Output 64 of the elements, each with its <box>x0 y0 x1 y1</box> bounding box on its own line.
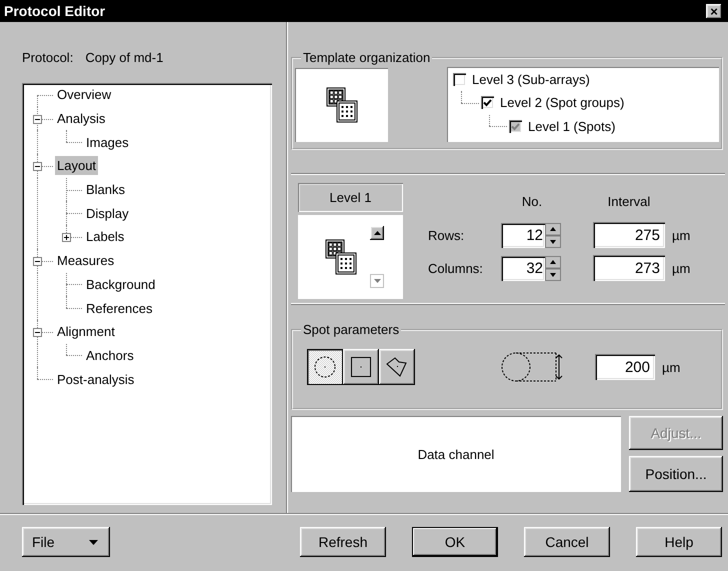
data-channel-label: Data channel <box>418 446 494 462</box>
interval-field[interactable]: 273 <box>593 255 665 281</box>
tree-item[interactable]: Layout <box>55 156 98 176</box>
diameter-icon <box>501 351 565 383</box>
tree-item[interactable]: Anchors <box>84 346 136 365</box>
collapse-icon[interactable] <box>33 162 42 171</box>
dialog-button[interactable]: Help <box>636 527 722 557</box>
side-button[interactable]: Position... <box>629 456 723 492</box>
tree-item[interactable]: Display <box>84 204 131 223</box>
up-arrow-icon <box>374 231 380 235</box>
dialog-button[interactable]: Cancel <box>524 527 610 557</box>
tree-item[interactable]: Overview <box>55 85 114 104</box>
square-shape-icon <box>350 356 372 378</box>
diameter-field[interactable]: 200 <box>595 354 655 380</box>
shape-button[interactable] <box>379 349 415 385</box>
close-button[interactable]: × <box>706 4 722 18</box>
tree-item[interactable]: Blanks <box>84 180 128 200</box>
down-arrow-icon <box>374 279 380 283</box>
level-label: Level 2 (Spot groups) <box>500 95 624 110</box>
group-title: Template organization <box>302 50 432 65</box>
collapse-icon[interactable] <box>33 328 42 337</box>
collapse-icon[interactable] <box>33 256 42 266</box>
level-title: Level 1 <box>298 183 403 212</box>
row-label: Rows: <box>428 228 466 242</box>
spin-arrows-icon[interactable] <box>545 256 561 280</box>
level-label: Level 3 (Sub-arrays) <box>472 72 590 88</box>
dialog-button[interactable]: OK <box>412 527 498 557</box>
unit-label: µm <box>672 260 690 276</box>
column-header: Interval <box>608 194 650 209</box>
tree-item[interactable]: References <box>84 298 154 318</box>
caret-icon <box>89 540 98 544</box>
count-field[interactable]: 32 <box>501 256 545 280</box>
spin-arrows-icon[interactable] <box>545 222 561 248</box>
tree-item[interactable]: Measures <box>55 251 116 270</box>
group-title: Spot parameters <box>302 322 400 337</box>
file-menu-button[interactable]: File <box>22 527 110 557</box>
window-title: Protocol Editor <box>4 3 106 19</box>
row-label: Columns: <box>428 260 484 276</box>
tree-item[interactable]: Analysis <box>55 109 108 128</box>
protocol-name: Copy of md-1 <box>85 50 164 65</box>
collapse-icon[interactable] <box>33 114 42 124</box>
dialog-button[interactable]: Refresh <box>300 527 386 557</box>
unit-label: µm <box>672 228 690 242</box>
shape-button[interactable] <box>307 349 343 385</box>
tree-item[interactable]: Images <box>84 132 131 152</box>
polygon-shape-icon <box>385 356 409 378</box>
circle-shape-icon <box>313 355 337 379</box>
unit-label: µm <box>662 360 680 374</box>
protocol-label: Protocol: <box>22 50 74 65</box>
tree-item[interactable]: Background <box>84 274 158 294</box>
shape-button[interactable] <box>343 349 379 385</box>
tree-item[interactable]: Post-analysis <box>55 370 136 389</box>
grid-layers-icon <box>326 86 358 122</box>
expand-icon[interactable] <box>62 232 71 242</box>
interval-field[interactable]: 275 <box>593 222 665 248</box>
level-label: Level 1 (Spots) <box>528 118 616 134</box>
count-field[interactable]: 12 <box>501 222 545 248</box>
tree-item[interactable]: Alignment <box>55 322 117 342</box>
column-header: No. <box>522 194 542 209</box>
scroll-up-button[interactable] <box>370 226 384 240</box>
checkbox[interactable] <box>481 96 494 110</box>
tree-item[interactable]: Labels <box>84 227 126 246</box>
checkbox[interactable] <box>453 73 466 86</box>
grid-layers-icon <box>324 239 356 275</box>
